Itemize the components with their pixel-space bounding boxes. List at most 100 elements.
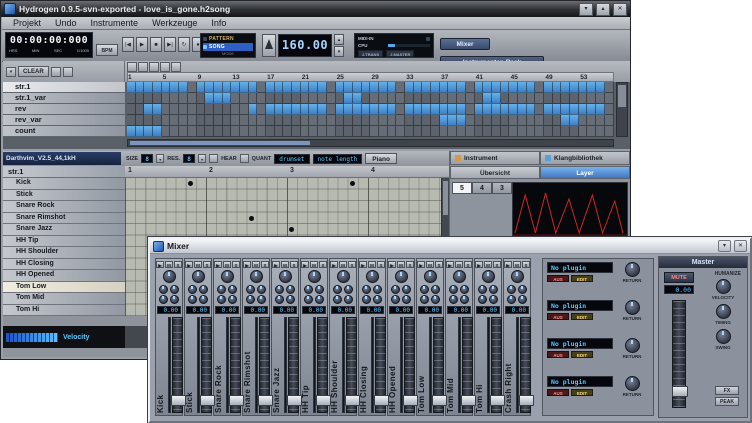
song-grid-cell[interactable] [153,93,162,104]
song-grid-cell[interactable] [214,115,223,126]
song-grid-cell[interactable] [353,82,362,93]
fx1-send-knob[interactable] [507,285,516,294]
pan-knob[interactable] [192,270,205,283]
single-mode-button[interactable] [160,62,170,72]
song-grid-cell[interactable] [344,115,353,126]
song-grid-cell[interactable] [153,126,162,137]
note-dot[interactable] [289,227,294,232]
song-grid-cell[interactable] [448,115,457,126]
song-grid-cell[interactable] [197,93,206,104]
song-grid-cell[interactable] [153,115,162,126]
song-grid-cell[interactable] [440,104,449,115]
song-grid-cell[interactable] [170,104,179,115]
song-grid-cell[interactable] [475,104,484,115]
song-grid-cell[interactable] [153,82,162,93]
song-grid-cell[interactable] [144,93,153,104]
solo-button[interactable]: S [290,261,298,268]
song-grid-cell[interactable] [214,104,223,115]
song-grid-cell[interactable] [596,82,605,93]
fx4-send-knob[interactable] [286,295,295,304]
song-timeline-ruler[interactable]: 1591317212529333741454953 [127,72,614,82]
song-grid-cell[interactable] [292,82,301,93]
song-grid-cell[interactable] [170,115,179,126]
song-grid-cell[interactable] [205,82,214,93]
song-grid-cell[interactable] [448,126,457,137]
song-grid-cell[interactable] [414,126,423,137]
song-grid-cell[interactable] [535,82,544,93]
instrument-row-tom-low[interactable]: Tom Low [3,282,125,294]
song-editor-vscrollbar[interactable] [616,82,628,137]
song-grid-cell[interactable] [188,93,197,104]
song-grid-cell[interactable] [466,104,475,115]
song-grid-cell[interactable] [483,126,492,137]
fx4-send-knob[interactable] [257,295,266,304]
pattern-list-item-str-1[interactable]: str.1 [3,82,125,93]
song-grid-cell[interactable] [249,82,258,93]
song-grid-cell[interactable] [579,126,588,137]
song-grid-cell[interactable] [205,126,214,137]
fx-return-knob[interactable] [625,262,640,277]
pan-knob[interactable] [453,270,466,283]
song-grid-cell[interactable] [388,115,397,126]
play-button[interactable]: ▶ [136,37,148,52]
song-grid-cell[interactable] [561,82,570,93]
mute-button[interactable]: M [281,261,289,268]
song-grid-cell[interactable] [379,115,388,126]
song-grid-cell[interactable] [170,82,179,93]
song-grid-cell[interactable] [457,93,466,104]
volume-fader[interactable] [375,317,386,413]
song-grid-cell[interactable] [509,115,518,126]
play-sample-button[interactable]: ▶ [388,261,396,268]
song-grid-cell[interactable] [587,93,596,104]
song-grid-cell[interactable] [457,115,466,126]
song-grid-cell[interactable] [249,93,258,104]
song-grid-cell[interactable] [535,93,544,104]
fx1-send-knob[interactable] [391,285,400,294]
fx4-send-knob[interactable] [402,295,411,304]
song-grid-cell[interactable] [448,82,457,93]
song-grid-cell[interactable] [170,126,179,137]
instrument-row-snare-rimshot[interactable]: Snare Rimshot [3,213,125,225]
pattern-list-item-count[interactable]: count [3,126,125,137]
song-grid-cell[interactable] [144,82,153,93]
song-grid-cell[interactable] [353,104,362,115]
song-grid-cell[interactable] [570,104,579,115]
solo-button[interactable]: S [174,261,182,268]
fx4-send-knob[interactable] [518,295,527,304]
song-grid-cell[interactable] [318,82,327,93]
song-grid-cell[interactable] [231,82,240,93]
tempo-down-button[interactable]: ▾ [334,46,344,57]
play-sample-button[interactable]: ▶ [243,261,251,268]
song-grid-cell[interactable] [509,82,518,93]
song-grid-cell[interactable] [301,104,310,115]
tab-layers[interactable]: Layer [540,166,630,179]
song-grid-cell[interactable] [570,93,579,104]
song-grid-cell[interactable] [197,104,206,115]
song-grid-cell[interactable] [570,115,579,126]
song-grid-cell[interactable] [318,115,327,126]
song-grid-cell[interactable] [162,115,171,126]
song-grid-cell[interactable] [596,126,605,137]
song-grid-cell[interactable] [266,93,275,104]
clear-sequence-button[interactable]: CLEAR [18,66,49,77]
volume-fader[interactable] [520,317,531,413]
fx3-send-knob[interactable] [391,295,400,304]
song-grid-cell[interactable] [223,115,232,126]
song-grid-cell[interactable] [561,115,570,126]
vscroll-thumb[interactable] [618,85,626,107]
mute-button[interactable]: M [165,261,173,268]
fx-edit-button[interactable]: EDIT [571,313,593,320]
song-grid-cell[interactable] [370,93,379,104]
song-grid-cell[interactable] [136,82,145,93]
song-grid-cell[interactable] [553,82,562,93]
fx-name-display[interactable]: No plugin [547,300,613,311]
mute-button[interactable]: M [397,261,405,268]
song-grid-cell[interactable] [379,126,388,137]
song-grid-cell[interactable] [144,115,153,126]
note-dot[interactable] [350,181,355,186]
song-grid-cell[interactable] [535,104,544,115]
song-grid-cell[interactable] [275,115,284,126]
song-grid-cell[interactable] [283,115,292,126]
pattern-list-item-rev-var[interactable]: rev_var [3,115,125,126]
song-grid-cell[interactable] [362,126,371,137]
